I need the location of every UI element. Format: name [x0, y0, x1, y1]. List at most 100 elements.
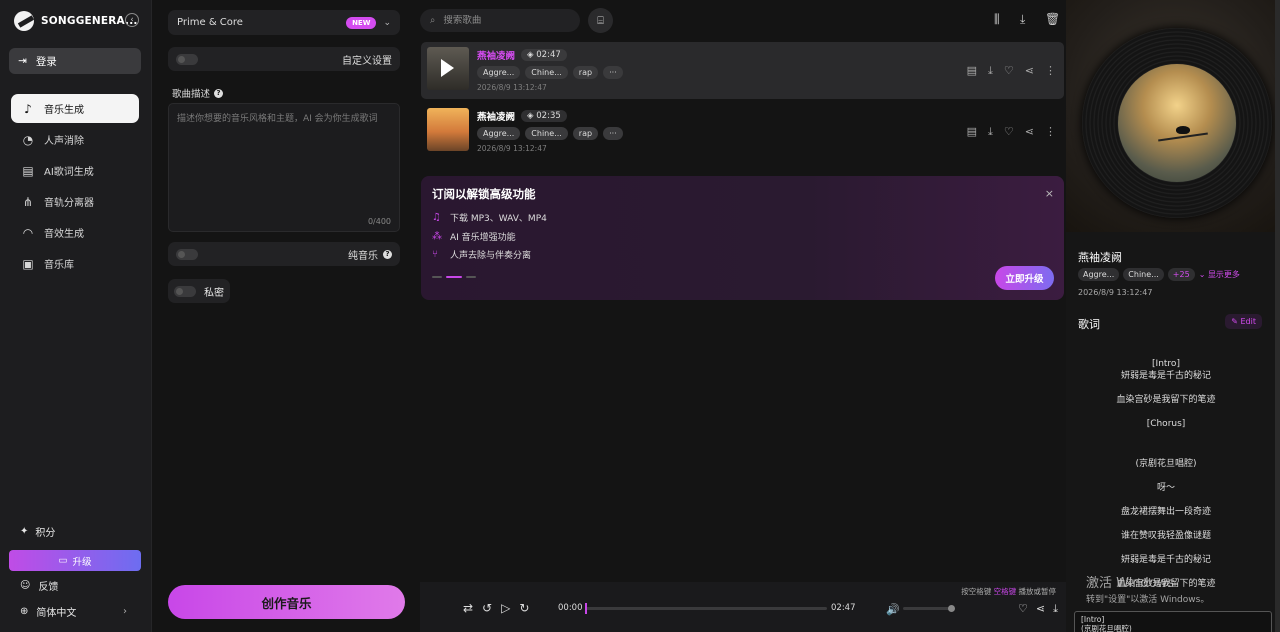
- help-icon[interactable]: ?: [383, 249, 392, 259]
- create-music-button[interactable]: 创作音乐: [168, 585, 405, 619]
- keyboard-hint: 按空格键 空格键 播放或暂停: [961, 586, 1056, 597]
- lyrics-icon[interactable]: ▤: [967, 64, 977, 78]
- download-icon[interactable]: ⤓: [1053, 602, 1058, 616]
- close-icon[interactable]: ×: [1045, 187, 1054, 200]
- more-vertical-icon[interactable]: ⋮: [1045, 64, 1056, 78]
- heart-icon[interactable]: ♡: [1004, 64, 1014, 78]
- create-form: Prime & Core NEW ⌄ 自定义设置 歌曲描述 ? 0/400 纯音…: [152, 0, 412, 632]
- more-tags-button[interactable]: ···: [603, 127, 623, 140]
- repeat-icon[interactable]: ⇄: [463, 601, 473, 615]
- sparkle-icon: ✦: [20, 525, 29, 537]
- style-tag[interactable]: Chine...: [1123, 268, 1164, 281]
- custom-settings-label: 自定义设置: [342, 55, 392, 67]
- subscription-promo: 订阅以解锁高级功能 × ♫ 下载 MP3、WAV、MP4 ⁂ AI 音乐增强功能…: [421, 176, 1064, 300]
- song-row[interactable]: 燕袖凌阙 ◈ 02:35 Aggre... Chine... rap ··· 2…: [421, 103, 1064, 160]
- style-tag[interactable]: rap: [572, 127, 599, 140]
- lyric-line: 妍弱是毒是千古的秘记: [1120, 555, 1211, 565]
- download-icon[interactable]: ⤓: [988, 125, 993, 139]
- carousel-dot[interactable]: [446, 276, 462, 278]
- style-tag[interactable]: Chine...: [525, 127, 568, 140]
- hint-prefix: 按空格键: [961, 587, 992, 596]
- sound-effect-icon: ◠: [22, 225, 34, 240]
- lyric-line: 妍弱是毒是千古的秘记: [1120, 371, 1211, 381]
- edit-lyrics-button[interactable]: ✎ Edit: [1225, 314, 1262, 329]
- upgrade-button[interactable]: ▭ 升级: [9, 550, 141, 571]
- heart-icon[interactable]: ♡: [1018, 602, 1028, 616]
- more-tags-count[interactable]: +25: [1167, 268, 1195, 281]
- sidebar-item-vocal-remover[interactable]: ◔ 人声消除: [11, 125, 139, 154]
- download-icon[interactable]: ⤓: [988, 64, 993, 78]
- promo-feature: ⑂ 人声去除与伴奏分离: [432, 248, 531, 261]
- page-scrollbar[interactable]: [1275, 0, 1280, 632]
- sidebar-item-sound-effects[interactable]: ◠ 音效生成: [11, 218, 139, 247]
- style-tag[interactable]: Aggre...: [1078, 268, 1120, 281]
- more-vertical-icon[interactable]: ⋮: [1045, 125, 1056, 139]
- lyric-line: (京剧花旦唱腔): [1135, 459, 1197, 469]
- carousel-dot[interactable]: [466, 276, 476, 278]
- voice-remove-icon: ◔: [22, 132, 34, 147]
- style-tag[interactable]: rap: [572, 66, 599, 79]
- sidebar-item-ai-lyrics[interactable]: ▤ AI歌词生成: [11, 156, 139, 185]
- collapse-sidebar-icon[interactable]: ‹: [125, 13, 139, 27]
- sidebar-item-music-generation[interactable]: ♪ 音乐生成: [11, 94, 139, 123]
- play-icon[interactable]: [441, 59, 454, 77]
- carousel-dot[interactable]: [432, 276, 442, 278]
- share-icon[interactable]: ⋖: [1036, 602, 1045, 616]
- help-icon[interactable]: ?: [214, 88, 224, 98]
- volume-knob[interactable]: [948, 605, 955, 612]
- volume-icon[interactable]: 🔊: [886, 603, 900, 616]
- show-more-link[interactable]: ⌄ 显示更多: [1199, 269, 1240, 280]
- lyrics-body: [Intro] 妍弱是毒是千古的秘记 血染宫砂是我留下的笔迹 [Chorus] …: [1066, 358, 1266, 602]
- song-duration: ◈ 02:47: [521, 49, 567, 61]
- custom-settings-row: 自定义设置: [168, 47, 400, 71]
- login-button[interactable]: ⇥ 登录: [9, 48, 141, 74]
- lyrics-editor-preview[interactable]: [Intro] (京剧花旦唱腔): [1074, 611, 1272, 632]
- duration-text: 02:35: [536, 111, 561, 121]
- progress-bar[interactable]: [585, 603, 827, 614]
- style-tag[interactable]: Aggre...: [477, 127, 521, 140]
- more-tags-button[interactable]: ···: [603, 66, 623, 79]
- sidebar-item-music-library[interactable]: ▣ 音乐库: [11, 249, 139, 278]
- forward-15-icon[interactable]: ↻: [519, 601, 529, 615]
- filter-icon[interactable]: ⌸: [588, 8, 613, 33]
- language-selector[interactable]: ⊕ 简体中文 ›: [9, 603, 141, 619]
- style-tag[interactable]: Chine...: [525, 66, 568, 79]
- download-icon[interactable]: ⤓: [1020, 12, 1025, 27]
- model-select[interactable]: Prime & Core NEW ⌄: [168, 10, 400, 35]
- progress-knob[interactable]: [585, 603, 587, 614]
- private-row: 私密: [168, 279, 230, 303]
- instrumental-toggle[interactable]: [176, 248, 198, 260]
- brand[interactable]: SONGGENERA...: [14, 11, 138, 31]
- song-title[interactable]: 燕袖凌阙: [477, 109, 515, 123]
- promo-feature-text: 下载 MP3、WAV、MP4: [450, 214, 547, 224]
- sidebar-item-track-splitter[interactable]: ⋔ 音轨分离器: [11, 187, 139, 216]
- hint-suffix: 播放或暂停: [1018, 587, 1057, 596]
- play-icon[interactable]: ▷: [501, 601, 510, 615]
- library-view-icon[interactable]: ⫼: [994, 12, 1000, 27]
- share-icon[interactable]: ⋖: [1025, 125, 1034, 139]
- app-root: SONGGENERA... ‹ ⇥ 登录 ♪ 音乐生成 ◔ 人声消除 ▤ AI歌…: [0, 0, 1280, 632]
- rewind-15-icon[interactable]: ↺: [482, 601, 492, 615]
- points-item[interactable]: ✦ 积分: [9, 522, 141, 540]
- style-tag[interactable]: Aggre...: [477, 66, 521, 79]
- volume-slider[interactable]: [903, 605, 955, 612]
- trash-icon[interactable]: 🗑: [1045, 12, 1060, 26]
- search-input[interactable]: [443, 15, 554, 26]
- track-split-icon: ⋔: [22, 194, 34, 209]
- heart-icon[interactable]: ♡: [1004, 125, 1014, 139]
- feedback-item[interactable]: ☺ 反馈: [9, 577, 141, 593]
- lyrics-icon[interactable]: ▤: [967, 125, 977, 139]
- private-toggle[interactable]: [174, 285, 196, 297]
- detail-date: 2026/8/9 13:12:47: [1078, 288, 1153, 297]
- promo-feature-text: AI 音乐增强功能: [450, 233, 516, 243]
- song-row[interactable]: 燕袖凌阙 ◈ 02:47 Aggre... Chine... rap ··· 2…: [421, 42, 1064, 99]
- song-list-panel: ⌕ ⌸ ⫼ ⤓ 🗑 燕袖凌阙 ◈ 02:47 Aggre... Chine...…: [412, 0, 1066, 632]
- show-more-text: 显示更多: [1207, 270, 1240, 279]
- description-input[interactable]: [169, 104, 399, 231]
- share-icon[interactable]: ⋖: [1025, 64, 1034, 78]
- custom-settings-toggle[interactable]: [176, 53, 198, 65]
- promo-feature-text: 人声去除与伴奏分离: [450, 251, 532, 261]
- upgrade-now-button[interactable]: 立即升级: [995, 266, 1054, 290]
- song-title[interactable]: 燕袖凌阙: [477, 48, 515, 62]
- new-badge: NEW: [346, 16, 377, 29]
